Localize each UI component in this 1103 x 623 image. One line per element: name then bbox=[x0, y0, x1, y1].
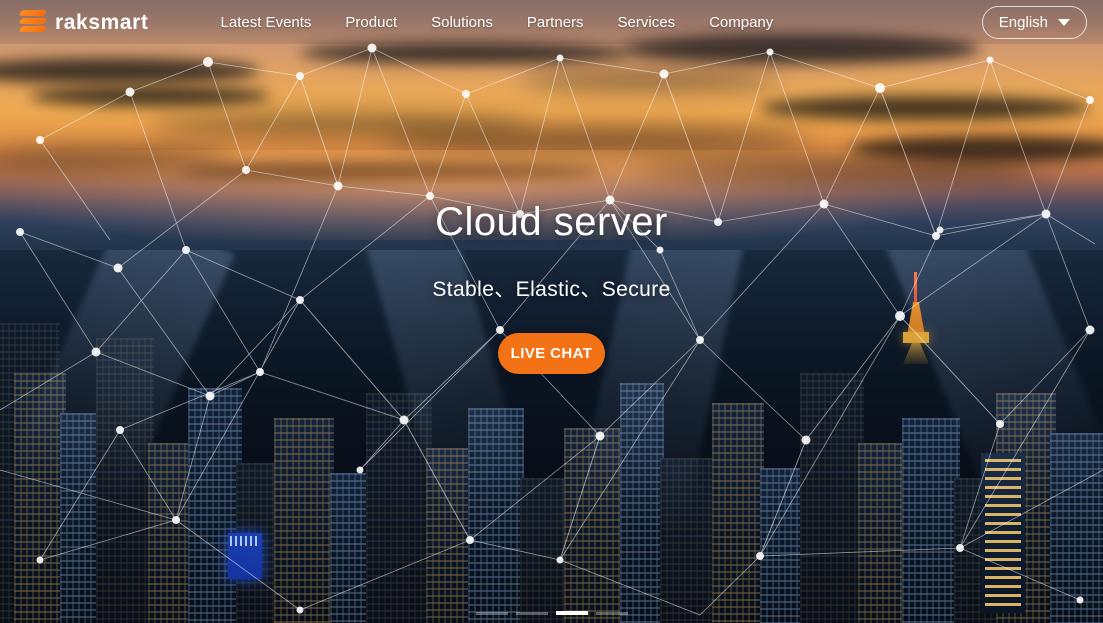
hero-subtitle: Stable、Elastic、Secure bbox=[432, 278, 671, 301]
main-navigation: Latest Events Product Solutions Partners… bbox=[221, 15, 774, 30]
carousel-dot-2[interactable] bbox=[515, 611, 548, 615]
carousel-dot-3[interactable] bbox=[555, 611, 588, 615]
nav-item-latest-events[interactable]: Latest Events bbox=[221, 15, 312, 30]
page-root: raksmart Latest Events Product Solutions… bbox=[0, 0, 1103, 623]
brand-logo[interactable]: raksmart bbox=[18, 9, 149, 35]
language-selector-label: English bbox=[998, 13, 1048, 31]
live-chat-button[interactable]: LIVE CHAT bbox=[498, 333, 605, 374]
brand-name: raksmart bbox=[55, 10, 149, 34]
carousel-dot-1[interactable] bbox=[475, 611, 508, 615]
nav-item-partners[interactable]: Partners bbox=[527, 15, 584, 30]
chevron-down-icon bbox=[1058, 18, 1070, 26]
language-selector[interactable]: English bbox=[981, 5, 1087, 39]
carousel-indicators bbox=[0, 611, 1103, 615]
hero-section: Cloud server Stable、Elastic、Secure LIVE … bbox=[0, 200, 1103, 374]
nav-item-services[interactable]: Services bbox=[618, 15, 676, 30]
nav-item-product[interactable]: Product bbox=[345, 15, 397, 30]
nav-item-solutions[interactable]: Solutions bbox=[431, 15, 493, 30]
nav-item-company[interactable]: Company bbox=[709, 15, 773, 30]
carousel-dot-4[interactable] bbox=[595, 611, 628, 615]
hero-title: Cloud server bbox=[435, 200, 668, 244]
raksmart-stack-logo-icon bbox=[18, 9, 48, 35]
site-header: raksmart Latest Events Product Solutions… bbox=[0, 0, 1103, 44]
